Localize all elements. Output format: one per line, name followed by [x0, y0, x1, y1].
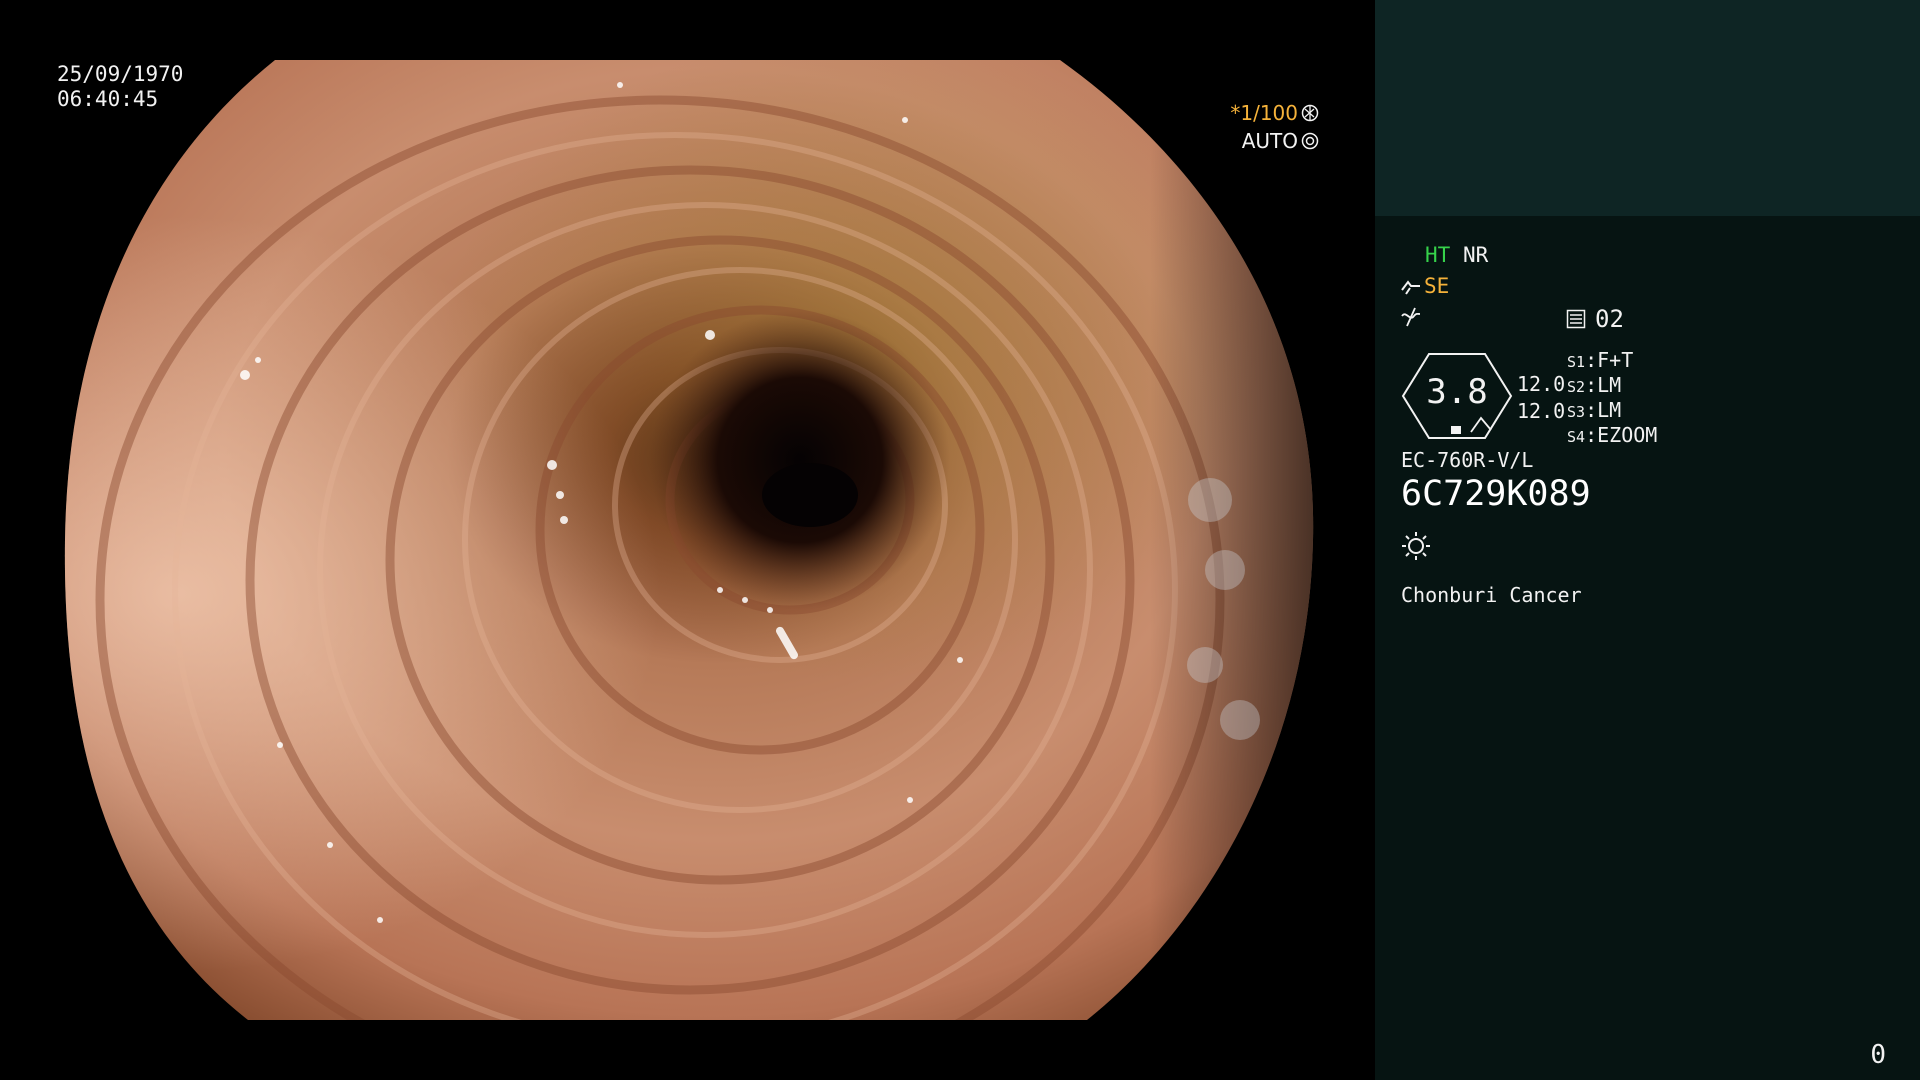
sun-icon — [1402, 532, 1430, 560]
info-panel — [1375, 0, 1920, 1080]
memory-value: 02 — [1595, 305, 1624, 333]
se-indicator: SE — [1424, 274, 1450, 298]
value-1: 12.0 — [1517, 372, 1566, 396]
ring-value: 3.8 — [1426, 372, 1488, 412]
shutter-speed: *1/100 — [1230, 101, 1298, 125]
scope-icon — [1401, 280, 1420, 295]
switch-s1: S1:F+T — [1567, 348, 1634, 372]
endoscopic-image — [0, 0, 1375, 1080]
date-text: 25/09/1970 — [57, 62, 184, 86]
ht-indicator: HT NR — [1425, 243, 1489, 267]
exposure-overlay: *1/100 AUTO — [1230, 99, 1319, 155]
memory-icon — [1566, 309, 1586, 329]
scope-model: EC-760R-V/L — [1401, 448, 1534, 472]
hospital-name: Chonburi Cancer — [1401, 583, 1582, 607]
scope-serial: 6C729K089 — [1401, 474, 1591, 514]
nr-indicator: NR — [1462, 243, 1489, 267]
switch-s4: S4:EZOOM — [1567, 423, 1658, 447]
switch-s2: S2:LM — [1567, 373, 1622, 397]
colon-lumen-image — [64, 60, 1314, 1020]
exposure-mode: AUTO — [1241, 129, 1298, 153]
switch-s3: S3:LM — [1567, 398, 1622, 422]
date-time-overlay: 25/09/1970 06:40:45 — [57, 62, 183, 112]
endoscopy-monitor: 25/09/1970 06:40:45 *1/100 AUTO HT NR SE — [0, 0, 1920, 1080]
iris-icon — [1301, 132, 1319, 150]
panel-header-area — [1375, 0, 1920, 216]
value-2: 12.0 — [1517, 399, 1566, 423]
time-text: 06:40:45 — [57, 87, 159, 111]
image-counter: 0 — [1870, 1040, 1886, 1070]
wave-slash-icon — [1401, 307, 1421, 327]
aperture-icon — [1301, 104, 1319, 122]
